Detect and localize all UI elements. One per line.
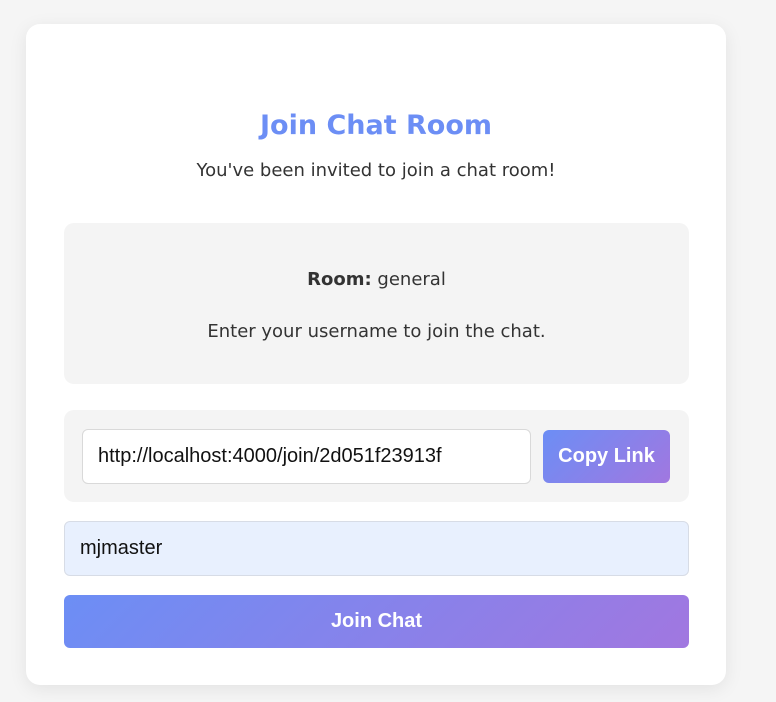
room-name: general	[377, 269, 446, 290]
join-instruction: Enter your username to join the chat.	[207, 321, 546, 342]
room-label: Room:	[307, 269, 372, 290]
invite-link-field[interactable]	[82, 429, 531, 484]
page-title: Join Chat Room	[259, 110, 493, 141]
copy-link-button[interactable]: Copy Link	[543, 430, 670, 483]
join-chat-button[interactable]: Join Chat	[64, 595, 689, 648]
invite-message: You've been invited to join a chat room!	[196, 160, 556, 181]
share-link-panel: Copy Link	[64, 410, 689, 502]
room-line: Room: general	[64, 269, 689, 291]
join-card: Join Chat Room You've been invited to jo…	[26, 24, 726, 685]
room-info-panel: Room: general Enter your username to joi…	[64, 223, 689, 384]
username-input[interactable]	[64, 521, 689, 576]
